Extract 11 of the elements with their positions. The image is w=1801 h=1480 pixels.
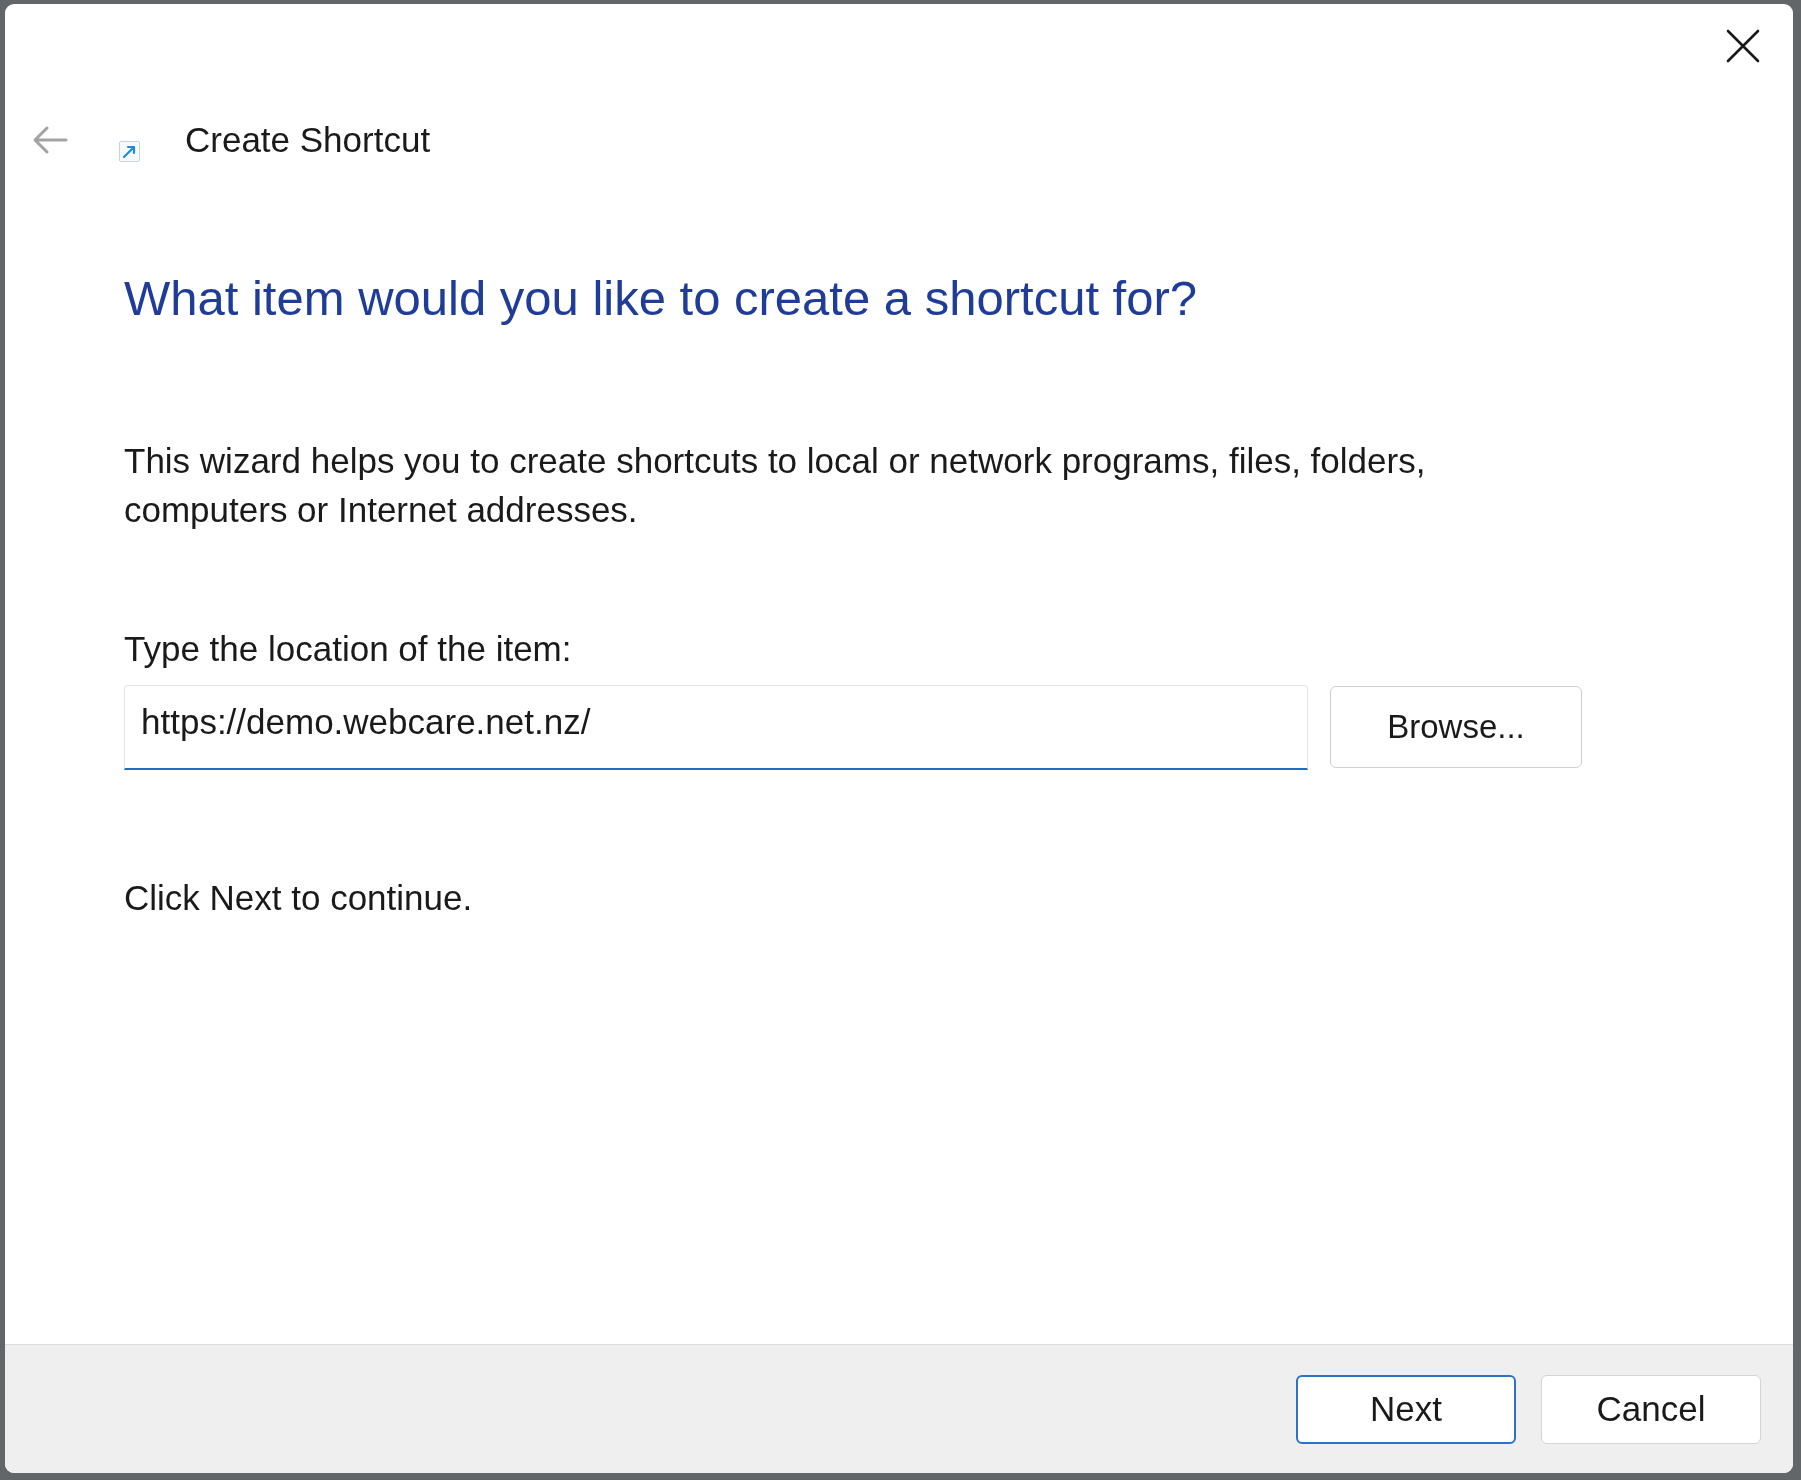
- window-title: Create Shortcut: [185, 119, 431, 161]
- instruction-text: Click Next to continue.: [124, 877, 473, 919]
- wizard-heading: What item would you like to create a shortcut for?: [124, 270, 1198, 327]
- location-label: Type the location of the item:: [124, 628, 572, 670]
- location-field[interactable]: https://demo.webcare.net.nz/: [124, 685, 1308, 770]
- cancel-button[interactable]: Cancel: [1541, 1374, 1761, 1444]
- next-button[interactable]: Next: [1296, 1374, 1516, 1444]
- back-arrow-icon: [32, 125, 68, 155]
- description-text: This wizard helps you to create shortcuts to local or network programs, files, folders, computers or Internet addresses.: [124, 440, 1427, 531]
- browse-button[interactable]: Browse...: [1330, 686, 1582, 768]
- close-icon: [1726, 29, 1760, 63]
